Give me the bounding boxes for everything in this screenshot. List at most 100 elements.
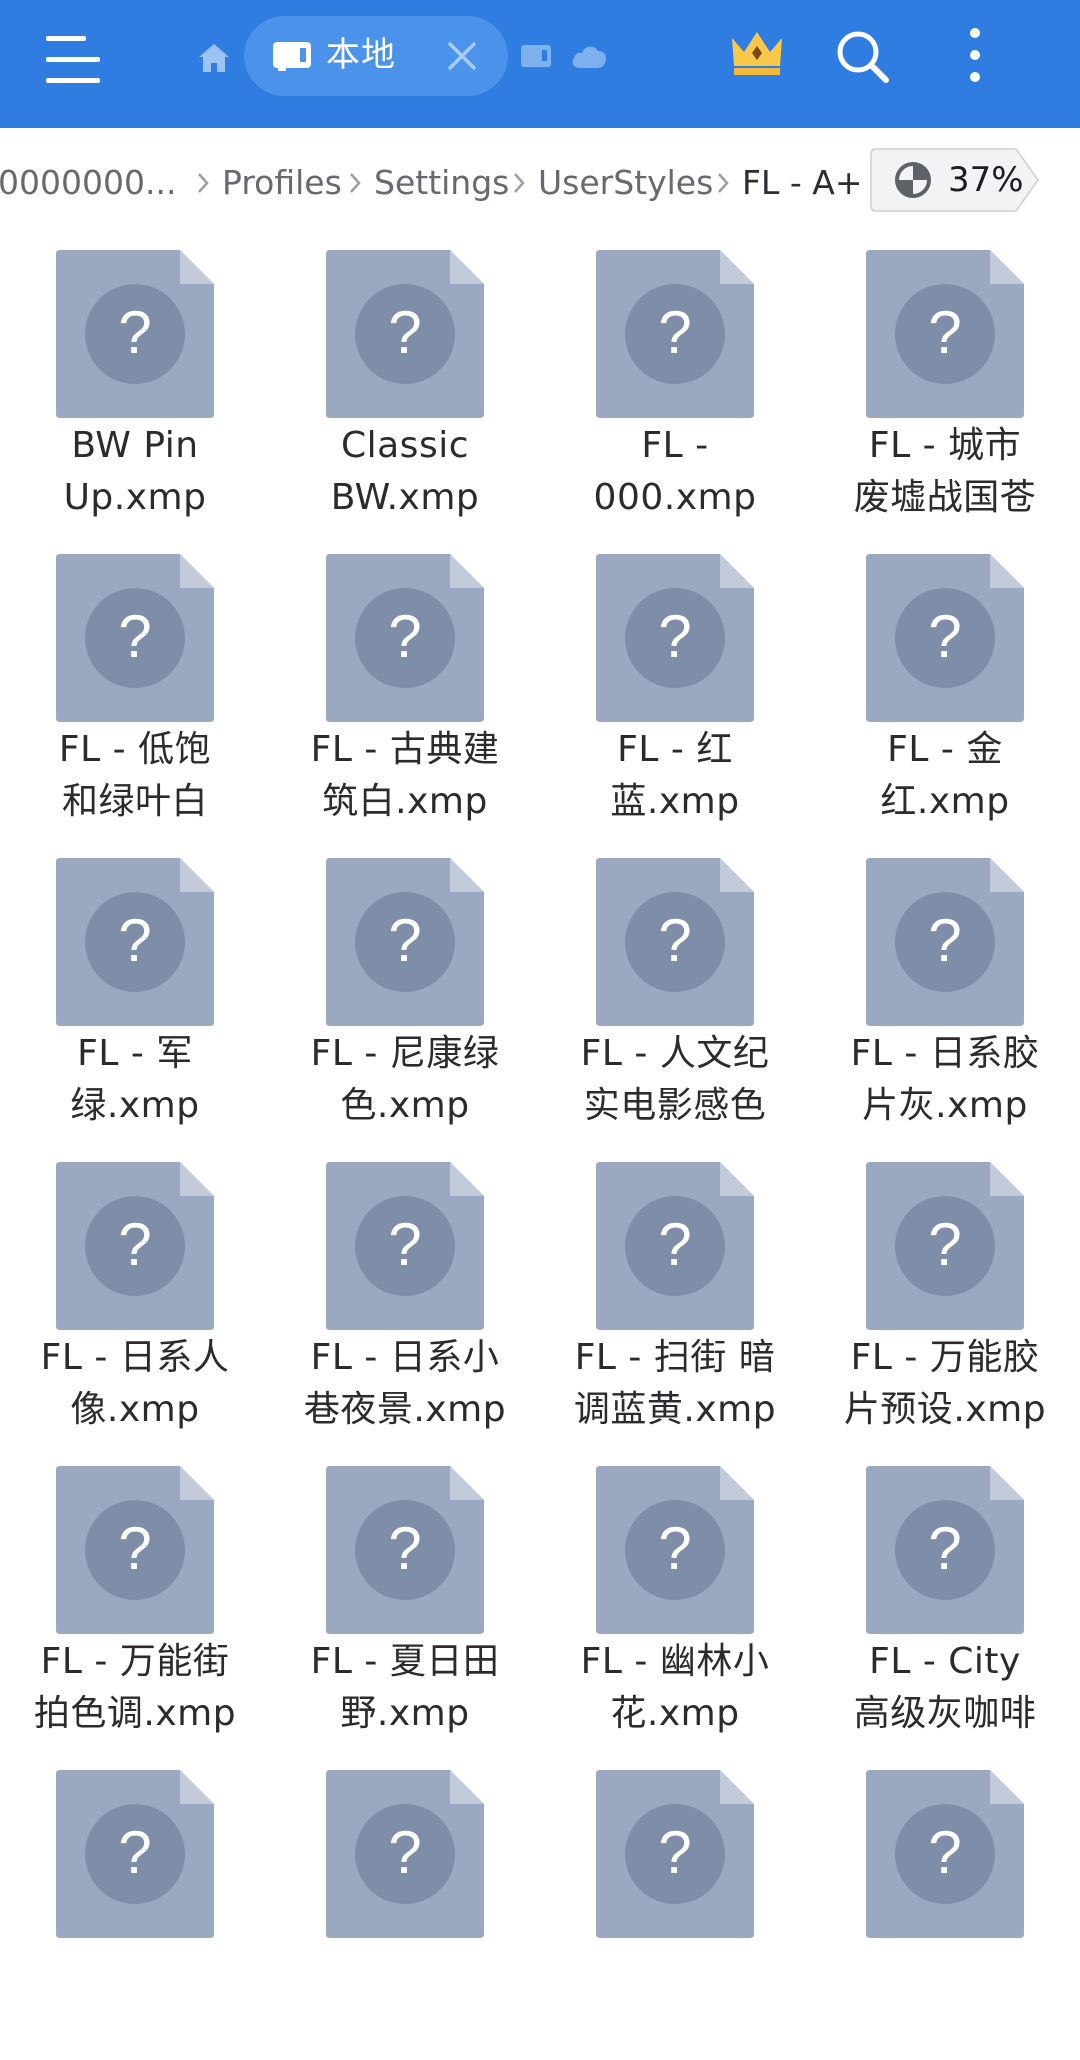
svg-text:?: ? [388,1211,421,1278]
file-name-line: 实电影感色 [583,1085,767,1126]
unknown-file-icon: ? [596,1770,754,1938]
file-name: Classic BW.xmp [270,420,540,524]
chevron-right-icon [718,173,729,193]
file-item[interactable]: ? FL - 金红.xmp [810,544,1080,844]
svg-text:?: ? [928,603,961,670]
file-item[interactable]: ? FL - 日系胶 片灰.xmp [810,848,1080,1148]
file-name: FL - 000.xmp [540,420,810,524]
file-name-line: BW Pin [71,425,199,466]
breadcrumb-current[interactable]: FL - A+ [742,162,862,204]
file-item[interactable]: ? FL - 万能街 拍色调.xmp [0,1456,270,1756]
file-item[interactable]: ? FL - 军绿.xmp [0,848,270,1148]
file-name-line: FL - 万能街 [40,1641,230,1682]
unknown-file-icon: ? [56,554,214,722]
unknown-file-icon: ? [596,554,754,722]
tab-local[interactable]: 本地 [244,16,508,96]
unknown-file-icon: ? [56,250,214,418]
sd-card-icon[interactable] [520,44,552,70]
breadcrumb-item[interactable]: Profiles [222,162,342,204]
file-name-line: FL - 日系小 [310,1337,500,1378]
file-name-line: 红.xmp [880,781,1010,822]
breadcrumb-item[interactable]: UserStyles [538,162,713,204]
file-item[interactable]: ? FL - City 高级灰咖啡 [810,1456,1080,1756]
file-item[interactable]: ? FL - 日系小 巷夜景.xmp [270,1152,540,1452]
storage-usage-percent: 37% [948,160,1024,200]
menu-icon[interactable] [46,36,102,84]
svg-text:?: ? [388,1515,421,1582]
file-item[interactable]: ? FL - 日系人 像.xmp [0,1152,270,1452]
file-name-line: BW.xmp [330,477,480,518]
unknown-file-icon: ? [596,250,754,418]
file-item[interactable]: ? BW Pin Up.xmp [0,240,270,540]
breadcrumb-item[interactable]: 0000000... [0,162,176,204]
file-name-line: 和绿叶白 [61,781,208,822]
file-name: FL - 万能街 拍色调.xmp [0,1636,270,1740]
home-icon[interactable] [196,40,232,76]
file-name-line: FL - [641,425,709,466]
file-name-line: 片灰.xmp [862,1085,1028,1126]
file-name-line: FL - 金 [887,729,1003,770]
chevron-right-icon [198,173,209,193]
close-icon[interactable] [444,38,480,74]
unknown-file-icon: ? [56,858,214,1026]
file-item[interactable]: ? [810,1760,1080,2060]
file-name: FL - 古典建 筑白.xmp [270,724,540,828]
svg-text:?: ? [118,1515,151,1582]
file-item[interactable]: ? FL - 古典建 筑白.xmp [270,544,540,844]
file-item[interactable]: ? FL - 城市 废墟战国苍 [810,240,1080,540]
file-name-line: FL - 夏日田 [310,1641,500,1682]
file-name-line: FL - 扫街 暗 [574,1337,776,1378]
svg-text:?: ? [118,907,151,974]
file-name-line: FL - 军 [77,1033,193,1074]
file-name-line: FL - 日系人 [40,1337,230,1378]
unknown-file-icon: ? [596,858,754,1026]
svg-text:?: ? [658,299,691,366]
file-name-line: Classic [340,425,469,466]
file-item[interactable]: ? FL - 低饱 和绿叶白 [0,544,270,844]
unknown-file-icon: ? [866,1466,1024,1634]
search-icon[interactable] [834,28,890,84]
file-name-line: 调蓝黄.xmp [573,1389,777,1430]
file-item[interactable]: ? FL - 夏日田 野.xmp [270,1456,540,1756]
tab-label: 本地 [326,35,396,75]
file-name: FL - 幽林小 花.xmp [540,1636,810,1740]
file-item[interactable]: ? [270,1760,540,2060]
svg-text:?: ? [928,1211,961,1278]
file-name: FL - 人文纪 实电影感色 [540,1028,810,1132]
svg-text:?: ? [658,1819,691,1886]
unknown-file-icon: ? [326,1770,484,1938]
file-item[interactable]: ? FL - 扫街 暗调蓝黄.xmp [540,1152,810,1452]
cloud-icon[interactable] [570,42,608,70]
more-options-icon[interactable] [968,28,982,84]
breadcrumb-item[interactable]: Settings [374,162,509,204]
svg-text:?: ? [118,1819,151,1886]
breadcrumb: 0000000... Profiles Settings UserStyles … [0,138,1080,228]
file-item[interactable]: ? Classic BW.xmp [270,240,540,540]
svg-text:?: ? [388,1819,421,1886]
file-name-line: 巷夜景.xmp [303,1389,507,1430]
file-item[interactable]: ? FL - 万能胶 片预设.xmp [810,1152,1080,1452]
svg-text:?: ? [928,1819,961,1886]
file-name: FL - 夏日田 野.xmp [270,1636,540,1740]
svg-text:?: ? [658,907,691,974]
file-name-line: 000.xmp [593,477,757,518]
file-name-line: 绿.xmp [70,1085,200,1126]
unknown-file-icon: ? [56,1770,214,1938]
svg-text:?: ? [928,1515,961,1582]
file-name-line: FL - 人文纪 [580,1033,770,1074]
file-item[interactable]: ? FL - 尼康绿 色.xmp [270,848,540,1148]
file-item[interactable]: ? FL - 红蓝.xmp [540,544,810,844]
unknown-file-icon: ? [326,1162,484,1330]
storage-usage-chip[interactable]: 37% [870,148,1040,212]
file-item[interactable]: ? FL - 人文纪 实电影感色 [540,848,810,1148]
file-item[interactable]: ? [0,1760,270,2060]
crown-icon[interactable] [728,28,786,78]
file-item[interactable]: ? [540,1760,810,2060]
file-name: FL - 日系小 巷夜景.xmp [270,1332,540,1436]
file-item[interactable]: ? FL - 000.xmp [540,240,810,540]
svg-text:?: ? [388,299,421,366]
file-name-line: FL - 日系胶 [850,1033,1040,1074]
unknown-file-icon: ? [866,1162,1024,1330]
file-item[interactable]: ? FL - 幽林小 花.xmp [540,1456,810,1756]
file-name-line: FL - 万能胶 [850,1337,1040,1378]
